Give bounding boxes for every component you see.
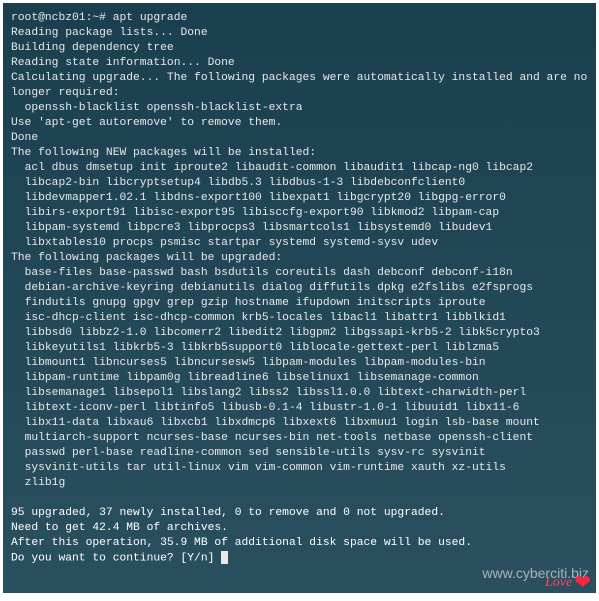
output-line: libkeyutils1 libkrb5-3 libkrb5support0 l…	[11, 342, 499, 354]
output-line: libirs-export91 libisc-export95 libisccf…	[11, 207, 499, 219]
output-line: openssh-blacklist openssh-blacklist-extr…	[11, 102, 303, 114]
love-label: Love	[545, 575, 572, 591]
output-line: Reading state information... Done	[11, 57, 235, 69]
summary-line: 95 upgraded, 37 newly installed, 0 to re…	[11, 507, 445, 519]
output-line: base-files base-passwd bash bsdutils cor…	[11, 267, 513, 279]
output-line: libpam-systemd libpcre3 libprocps3 libsm…	[11, 222, 492, 234]
output-line: libdevmapper1.02.1 libdns-export100 libe…	[11, 192, 506, 204]
output-line: Building dependency tree	[11, 42, 174, 54]
output-line: libpam-runtime libpam0g libreadline6 lib…	[11, 372, 479, 384]
output-line: Done	[11, 132, 38, 144]
output-line: Calculating upgrade... The following pac…	[11, 72, 594, 99]
diskspace-line: After this operation, 35.9 MB of additio…	[11, 537, 472, 549]
output-line: libxtables10 procps psmisc startpar syst…	[11, 237, 438, 249]
output-line: Use 'apt-get autoremove' to remove them.	[11, 117, 282, 129]
output-line: libmount1 libncurses5 libncursesw5 libpa…	[11, 357, 486, 369]
cursor-icon	[221, 551, 228, 564]
output-line: Reading package lists... Done	[11, 27, 208, 39]
output-line: libtext-iconv-perl libtinfo5 libusb-0.1-…	[11, 402, 519, 414]
output-line: isc-dhcp-client isc-dhcp-common krb5-loc…	[11, 312, 506, 324]
terminal-window[interactable]: root@ncbz01:~# apt upgrade Reading packa…	[3, 3, 596, 593]
love-badge: Love ❤	[545, 570, 591, 596]
output-line: libbsd0 libbz2-1.0 libcomerr2 libedit2 l…	[11, 327, 540, 339]
shell-prompt: root@ncbz01:~#	[11, 12, 113, 24]
output-line: passwd perl-base readline-common sed sen…	[11, 447, 486, 459]
output-line: The following packages will be upgraded:	[11, 252, 282, 264]
download-line: Need to get 42.4 MB of archives.	[11, 522, 228, 534]
output-line: zlib1g	[11, 477, 65, 489]
output-line: sysvinit-utils tar util-linux vim vim-co…	[11, 462, 506, 474]
output-line: The following NEW packages will be insta…	[11, 147, 316, 159]
heart-icon: ❤	[574, 570, 591, 596]
output-line: multiarch-support ncurses-base ncurses-b…	[11, 432, 533, 444]
command-input: apt upgrade	[113, 12, 188, 24]
output-line: debian-archive-keyring debianutils dialo…	[11, 282, 533, 294]
output-line: libcap2-bin libcryptsetup4 libdb5.3 libd…	[11, 177, 465, 189]
output-line: acl dbus dmsetup init iproute2 libaudit-…	[11, 162, 533, 174]
output-line: libsemanage1 libsepol1 libslang2 libss2 …	[11, 387, 526, 399]
output-line: findutils gnupg gpgv grep gzip hostname …	[11, 297, 486, 309]
output-line: libx11-data libxau6 libxcb1 libxdmcp6 li…	[11, 417, 540, 429]
confirm-prompt[interactable]: Do you want to continue? [Y/n]	[11, 552, 221, 564]
